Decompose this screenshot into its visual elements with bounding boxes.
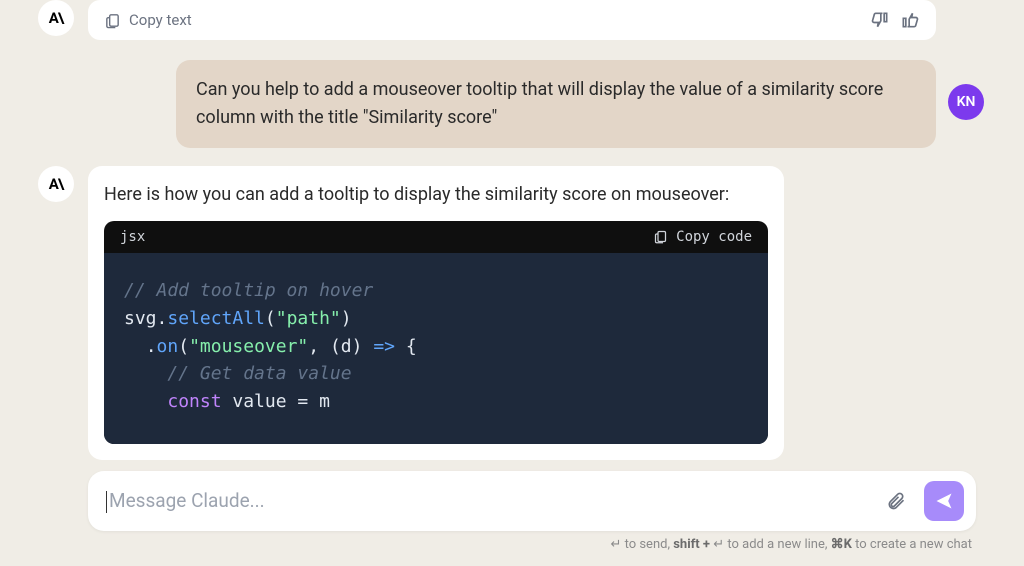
user-message: Can you help to add a mouseover tooltip … (176, 60, 936, 148)
copy-code-button[interactable]: Copy code (653, 229, 752, 245)
message-input[interactable]: Message Claude... (106, 489, 878, 513)
ai-avatar: A\ (38, 0, 74, 36)
copy-text-label: Copy text (129, 11, 192, 29)
send-icon (934, 491, 954, 511)
user-message-row: Can you help to add a mouseover tooltip … (88, 60, 936, 148)
thumbs-down-icon[interactable] (870, 10, 890, 30)
message-input-box[interactable]: Message Claude... (88, 471, 976, 531)
user-avatar: KN (948, 84, 984, 120)
keyboard-hints: ↵ to send, shift + ↵ to add a new line, … (88, 537, 976, 552)
input-area: Message Claude... ↵ to send, shift + ↵ t… (88, 471, 976, 552)
send-button[interactable] (924, 481, 964, 521)
text-cursor (106, 491, 107, 513)
copy-code-label: Copy code (676, 229, 752, 245)
thumbs-up-icon[interactable] (900, 10, 920, 30)
clipboard-icon (653, 229, 668, 244)
input-placeholder-text: Message Claude... (109, 489, 265, 512)
assistant-reply: Here is how you can add a tooltip to dis… (88, 166, 784, 460)
code-language-label: jsx (120, 229, 145, 245)
clipboard-icon (104, 12, 121, 29)
paperclip-icon (886, 491, 906, 511)
ai-avatar: A\ (38, 166, 74, 202)
enter-key-icon: ↵ (610, 537, 621, 552)
code-block: jsx Copy code // Add tooltip on hover sv… (104, 221, 768, 444)
assistant-message-header: Copy text (88, 0, 936, 40)
code-body: // Add tooltip on hover svg.selectAll("p… (104, 253, 768, 444)
copy-text-button[interactable]: Copy text (104, 11, 192, 29)
enter-key-icon: ↵ (713, 537, 724, 552)
attach-button[interactable] (878, 483, 914, 519)
assistant-reply-text: Here is how you can add a tooltip to dis… (104, 182, 768, 207)
